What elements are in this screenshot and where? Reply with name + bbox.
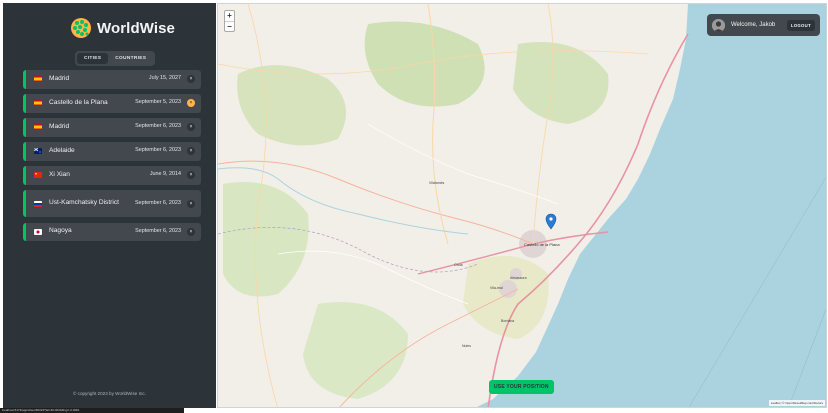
delete-city-button[interactable]: × — [187, 75, 195, 84]
welcome-text: Welcome, Jakob — [731, 22, 776, 28]
logo[interactable]: WorldWise — [70, 17, 175, 39]
tabs: CITIES COUNTRIES — [75, 51, 156, 66]
australia-flag-icon — [34, 148, 42, 155]
map-label: Nules — [462, 344, 471, 348]
delete-city-button[interactable]: × — [187, 199, 195, 208]
japan-flag-icon — [34, 228, 42, 235]
city-name: Adelaide — [49, 146, 75, 154]
city-name: Madrid — [49, 74, 70, 82]
copyright: © copyright 2023 by WorldWise Inc. — [72, 391, 146, 396]
app-root: WorldWise CITIES COUNTRIES Madrid July 1… — [0, 0, 828, 413]
sidebar: WorldWise CITIES COUNTRIES Madrid July 1… — [3, 3, 216, 408]
map[interactable]: Castelló de la Plana Almassora Vila-real… — [217, 3, 827, 408]
city-item[interactable]: Ust-Kamchatsky District September 6, 202… — [23, 190, 201, 217]
use-position-button[interactable]: USE YOUR POSITION — [489, 380, 554, 394]
logout-button[interactable]: LOGOUT — [786, 19, 815, 31]
city-item[interactable]: Castello de la Plana September 5, 2023 × — [23, 94, 201, 113]
city-date: September 6, 2023 — [135, 227, 181, 234]
tab-countries[interactable]: COUNTRIES — [108, 53, 153, 64]
city-date: September 6, 2023 — [135, 123, 181, 130]
user-panel: Welcome, Jakob LOGOUT — [707, 14, 820, 36]
delete-city-button[interactable]: × — [187, 227, 195, 236]
spain-flag-icon — [34, 100, 42, 107]
avatar — [712, 18, 725, 32]
logo-globe-icon — [71, 18, 91, 38]
city-name: Ust-Kamchatsky District — [49, 199, 119, 207]
browser-status-bar: localhost:5173/app/cities/60323?lat=40.0… — [0, 408, 184, 413]
user-avatar-icon — [712, 18, 725, 32]
city-item[interactable]: Madrid July 15, 2027 × — [23, 70, 201, 89]
city-item[interactable]: Nagoya September 6, 2023 × — [23, 222, 201, 241]
map-label: Vila-real — [490, 286, 503, 290]
city-name: Xi Xian — [49, 170, 70, 178]
city-name: Nagoya — [49, 227, 72, 235]
city-date: September 5, 2023 — [135, 99, 181, 106]
city-item[interactable]: Madrid September 6, 2023 × — [23, 118, 201, 137]
city-item[interactable]: Adelaide September 6, 2023 × — [23, 142, 201, 161]
city-list: Madrid July 15, 2027 × Castello de la Pl… — [23, 70, 201, 247]
spain-flag-icon — [34, 76, 42, 83]
city-item[interactable]: Xi Xian June 9, 2014 × — [23, 166, 201, 185]
app-name: WorldWise — [97, 19, 175, 37]
map-label: Borriana — [501, 319, 514, 323]
city-date: July 15, 2027 — [148, 75, 181, 82]
city-date: September 6, 2023 — [135, 199, 181, 206]
zoom-in-button[interactable]: + — [225, 11, 234, 21]
delete-city-button[interactable]: × — [187, 123, 195, 132]
city-date: June 9, 2014 — [149, 171, 181, 178]
map-label: Vilafamés — [429, 181, 445, 185]
map-label: Almassora — [510, 276, 527, 280]
map-label: Onda — [454, 263, 463, 267]
zoom-out-button[interactable]: − — [225, 21, 234, 31]
spain-flag-icon — [34, 124, 42, 131]
zoom-control: + − — [224, 10, 235, 32]
delete-city-button[interactable]: × — [187, 171, 195, 180]
delete-city-button[interactable]: × — [187, 147, 195, 156]
map-attribution[interactable]: Leaflet | © OpenStreetMap contributors — [768, 400, 825, 406]
tab-cities[interactable]: CITIES — [77, 53, 109, 64]
city-name: Madrid — [49, 122, 70, 130]
city-name: Castello de la Plana — [49, 98, 108, 106]
china-flag-icon — [34, 172, 42, 179]
map-tiles[interactable]: Castelló de la Plana Almassora Vila-real… — [218, 4, 827, 408]
russia-flag-icon — [34, 200, 42, 207]
map-label: Castelló de la Plana — [524, 242, 560, 247]
delete-city-button[interactable]: × — [187, 99, 195, 108]
city-date: September 6, 2023 — [135, 147, 181, 154]
